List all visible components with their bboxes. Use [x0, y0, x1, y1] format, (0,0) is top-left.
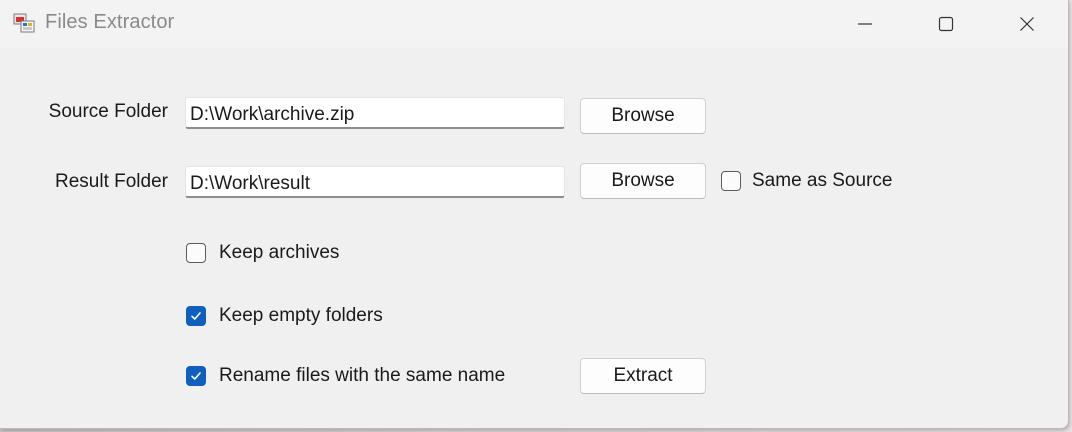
maximize-icon [938, 16, 954, 32]
rename-same-name-checkbox[interactable] [186, 366, 206, 386]
title-bar[interactable]: Files Extractor [0, 0, 1068, 48]
extract-button[interactable]: Extract [580, 358, 706, 394]
files-extractor-window: Files Extractor Source Folder Browse Res… [0, 0, 1069, 429]
rename-same-name-option[interactable]: Rename files with the same name [186, 363, 505, 389]
app-window-icon [13, 12, 35, 34]
window-title: Files Extractor [45, 11, 175, 33]
keep-archives-checkbox[interactable] [186, 243, 206, 263]
checkmark-icon [191, 372, 201, 380]
minimize-button[interactable] [825, 0, 905, 48]
source-browse-button[interactable]: Browse [580, 98, 706, 134]
source-folder-input[interactable] [185, 97, 565, 129]
maximize-button[interactable] [906, 0, 986, 48]
result-browse-button[interactable]: Browse [580, 163, 706, 199]
checkmark-icon [191, 312, 201, 320]
keep-archives-option[interactable]: Keep archives [186, 240, 339, 266]
minimize-icon [857, 16, 873, 32]
keep-archives-label: Keep archives [219, 242, 340, 263]
result-folder-input[interactable] [185, 166, 565, 198]
result-folder-label: Result Folder [55, 171, 168, 192]
same-as-source-option[interactable]: Same as Source [721, 168, 892, 194]
keep-empty-folders-checkbox[interactable] [186, 306, 206, 326]
keep-empty-folders-option[interactable]: Keep empty folders [186, 303, 383, 329]
keep-empty-folders-label: Keep empty folders [219, 305, 383, 326]
same-as-source-checkbox[interactable] [721, 171, 741, 191]
rename-same-name-label: Rename files with the same name [219, 365, 506, 386]
close-button[interactable] [987, 0, 1067, 48]
same-as-source-label: Same as Source [752, 170, 893, 191]
close-icon [1019, 16, 1035, 32]
source-folder-label: Source Folder [48, 101, 168, 122]
